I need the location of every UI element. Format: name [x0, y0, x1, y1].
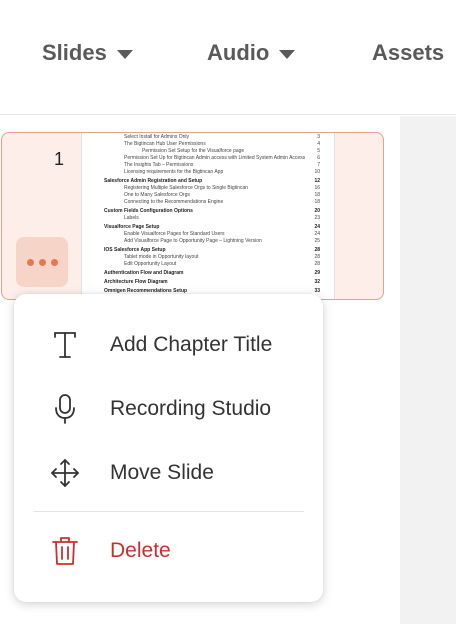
- microphone-icon: [48, 392, 82, 426]
- slide-thumbnail[interactable]: Select Install for Admins Only 3 The Bigti…: [81, 133, 335, 299]
- toc-entry-text: Connecting to the Recommendations Engine: [124, 199, 224, 205]
- toc-entry-text: Salesforce Admin Registration and Setup: [104, 178, 203, 184]
- slide-card[interactable]: 1 Select Install for Admins Only 3 The Big…: [1, 132, 384, 300]
- more-dot-icon: [38, 258, 46, 266]
- toc-entry-text: Labels: [124, 215, 139, 221]
- thumbnail-toc-line: Salesforce Admin Registration and Setup 1…: [92, 178, 324, 184]
- toc-entry-text: The Insights Tab – Permissions: [124, 162, 194, 168]
- thumbnail-toc-line: Registering Multiple Salesforce Orgs to …: [92, 185, 324, 191]
- move-slide-item[interactable]: Move Slide: [14, 445, 323, 501]
- thumbnail-toc-line: Add Visualforce Page to Opportunity Page…: [92, 238, 324, 244]
- toc-entry-text: Tablet mode in Opportunity layout: [124, 254, 199, 260]
- thumbnail-toc-line: The Bigtincan Hub User Permissions 4: [92, 141, 324, 147]
- assets-label: Assets: [372, 40, 445, 65]
- audio-label: Audio: [207, 40, 270, 65]
- slides-label: Slides: [42, 40, 107, 65]
- toc-entry-page: 10: [314, 169, 320, 175]
- thumbnail-toc-line: Select Install for Admins Only 3: [92, 134, 324, 140]
- toc-entry-text: One to Many Salesforce Orgs: [124, 192, 190, 198]
- toc-entry-page: 28: [314, 247, 320, 253]
- toc-entry-page: 12: [314, 178, 320, 184]
- thumbnail-toc-line: Architecture Flow Diagram 32: [92, 279, 324, 285]
- thumbnail-toc-line: Permission Set Setup for the Visualforce…: [92, 148, 324, 154]
- right-panel: [400, 116, 456, 624]
- move-arrows-icon: [48, 456, 82, 490]
- audio-dropdown[interactable]: Audio: [207, 40, 296, 66]
- text-icon: [48, 328, 82, 362]
- toc-entry-text: Permission Set Setup for the Visualforce…: [142, 148, 245, 154]
- thumbnail-toc-line: Labels 23: [92, 215, 324, 221]
- toc-entry-page: 32: [314, 279, 320, 285]
- toc-entry-page: 3: [317, 134, 320, 140]
- toc-entry-page: 29: [314, 270, 320, 276]
- thumbnail-toc-line: Enable Visualforce Pages for Standard Us…: [92, 231, 324, 237]
- toc-entry-text: Visualforce Page Setup: [104, 224, 160, 230]
- chevron-down-icon: [116, 49, 133, 59]
- toc-entry-page: 28: [314, 254, 320, 260]
- slide-context-menu: Add Chapter Title Recording Studio Move …: [14, 294, 323, 602]
- delete-label: Delete: [110, 539, 171, 562]
- more-options-button[interactable]: [16, 237, 68, 287]
- toc-entry-text: The Bigtincan Hub User Permissions: [124, 141, 206, 147]
- recording-studio-label: Recording Studio: [110, 397, 272, 420]
- toc-entry-page: 4: [317, 141, 320, 147]
- toc-entry-page: 18: [314, 192, 320, 198]
- toc-entry-text: IOS Salesforce App Setup: [104, 247, 166, 253]
- thumbnail-toc-line: Custom Fields Configuration Options 20: [92, 208, 324, 214]
- assets-tab[interactable]: Assets: [372, 40, 444, 66]
- recording-studio-item[interactable]: Recording Studio: [14, 381, 323, 437]
- toc-entry-page: 18: [314, 199, 320, 205]
- toc-entry-text: Registering Multiple Salesforce Orgs to …: [124, 185, 248, 191]
- menu-divider: [34, 511, 304, 512]
- toc-entry-text: Add Visualforce Page to Opportunity Page…: [124, 238, 262, 244]
- add-chapter-title-label: Add Chapter Title: [110, 333, 273, 356]
- slide-number: 1: [54, 149, 65, 169]
- toc-entry-page: 6: [317, 155, 320, 161]
- toc-entry-page: 25: [314, 238, 320, 244]
- toc-entry-page: 24: [314, 224, 320, 230]
- toc-entry-text: Permission Set Up for Bigtincan Admin ac…: [124, 155, 306, 161]
- thumbnail-toc-line: Authentication Flow and Diagram 29: [92, 270, 324, 276]
- toc-entry-text: Custom Fields Configuration Options: [104, 208, 193, 214]
- more-dot-icon: [50, 258, 58, 266]
- toc-entry-text: Enable Visualforce Pages for Standard Us…: [124, 231, 225, 237]
- more-dot-icon: [26, 258, 34, 266]
- toc-entry-page: 33: [314, 288, 320, 294]
- thumbnail-toc-line: Licensing requirements for the Bigtincan…: [92, 169, 324, 175]
- toc-entry-text: Licensing requirements for the Bigtincan…: [124, 169, 224, 175]
- thumbnail-toc-line: IOS Salesforce App Setup 28: [92, 247, 324, 253]
- toc-entry-page: 20: [314, 208, 320, 214]
- toc-entry-page: 24: [314, 231, 320, 237]
- toc-entry-page: 5: [317, 148, 320, 154]
- thumbnail-toc-line: Edit Opportunity Layout 28: [92, 261, 324, 267]
- toc-entry-page: 28: [314, 261, 320, 267]
- thumbnail-toc-line: Connecting to the Recommendations Engine…: [92, 199, 324, 205]
- toc-entry-page: 23: [314, 215, 320, 221]
- top-navigation: Slides Audio Assets: [0, 0, 456, 115]
- thumbnail-toc-line: Tablet mode in Opportunity layout 28: [92, 254, 324, 260]
- delete-item[interactable]: Delete: [14, 523, 323, 579]
- toc-entry-text: Architecture Flow Diagram: [104, 279, 168, 285]
- toc-entry-text: Authentication Flow and Diagram: [104, 270, 184, 276]
- toc-entry-page: 7: [317, 162, 320, 168]
- toc-entry-text: Select Install for Admins Only: [124, 134, 190, 140]
- thumbnail-toc-line: One to Many Salesforce Orgs 18: [92, 192, 324, 198]
- slides-dropdown[interactable]: Slides: [42, 40, 133, 66]
- thumbnail-toc-line: The Insights Tab – Permissions 7: [92, 162, 324, 168]
- thumbnail-toc-line: Permission Set Up for Bigtincan Admin ac…: [92, 155, 324, 161]
- toc-entry-page: 16: [314, 185, 320, 191]
- chevron-down-icon: [279, 49, 296, 59]
- add-chapter-title-item[interactable]: Add Chapter Title: [14, 317, 323, 373]
- toc-entry-text: Edit Opportunity Layout: [124, 261, 177, 267]
- move-slide-label: Move Slide: [110, 461, 214, 484]
- thumbnail-toc-line: Visualforce Page Setup 24: [92, 224, 324, 230]
- trash-icon: [48, 534, 82, 568]
